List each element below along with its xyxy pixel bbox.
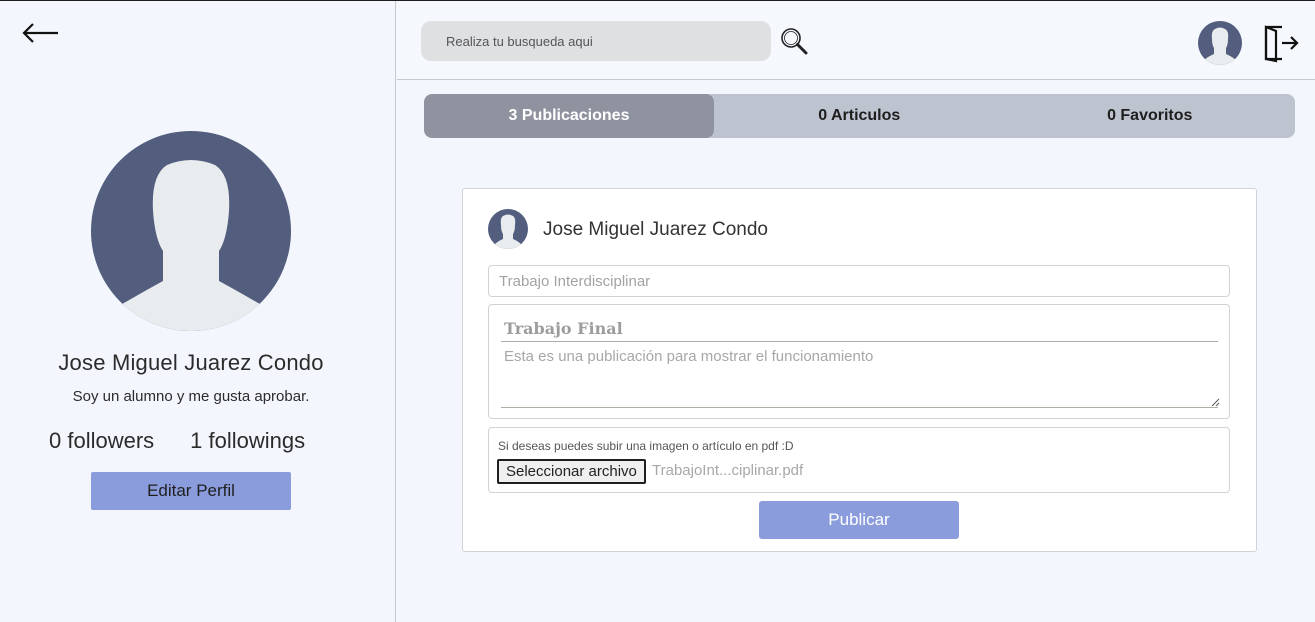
selected-file-name: TrabajoInt...ciplinar.pdf [652,462,804,479]
profile-avatar [91,131,291,331]
resize-grip-icon[interactable] [1210,397,1220,407]
upload-hint: Si deseas puedes subir una imagen o artí… [498,439,794,453]
divider [501,407,1218,408]
profile-tabs: 3 Publicaciones 0 Articulos 0 Favoritos [424,94,1295,138]
followings-count[interactable]: 1 followings [190,428,305,454]
divider [501,341,1218,342]
profile-stats: 0 followers 1 followings [49,428,305,454]
post-body-heading: Trabajo Final [504,319,623,338]
tab-articulos[interactable]: 0 Articulos [714,94,1005,138]
profile-bio: Soy un alumno y me gusta aprobar. [72,388,310,405]
choose-file-button[interactable]: Seleccionar archivo [497,459,646,484]
followers-count[interactable]: 0 followers [49,428,154,454]
post-body-text: Esta es una publicación para mostrar el … [504,348,874,365]
new-post-card: Jose Miguel Juarez Condo Trabajo Final E… [462,188,1257,552]
logout-icon[interactable] [1262,23,1300,63]
file-upload-area: Si deseas puedes subir una imagen o artí… [488,427,1230,493]
publish-button[interactable]: Publicar [759,501,959,539]
back-arrow-icon[interactable] [22,21,60,45]
top-bar [397,1,1315,80]
profile-name: Jose Miguel Juarez Condo [58,350,324,375]
search-icon[interactable] [779,26,809,56]
tab-publicaciones[interactable]: 3 Publicaciones [424,94,714,138]
post-body-textarea[interactable]: Trabajo Final Esta es una publicación pa… [488,304,1230,419]
post-title-input[interactable] [488,265,1230,297]
author-avatar-icon [488,209,528,249]
search-input[interactable] [421,21,771,61]
user-avatar-icon[interactable] [1198,21,1242,65]
post-author-name: Jose Miguel Juarez Condo [543,219,768,240]
profile-sidebar: Jose Miguel Juarez Condo Soy un alumno y… [0,1,396,622]
edit-profile-button[interactable]: Editar Perfil [91,472,291,510]
tab-favoritos[interactable]: 0 Favoritos [1005,94,1296,138]
